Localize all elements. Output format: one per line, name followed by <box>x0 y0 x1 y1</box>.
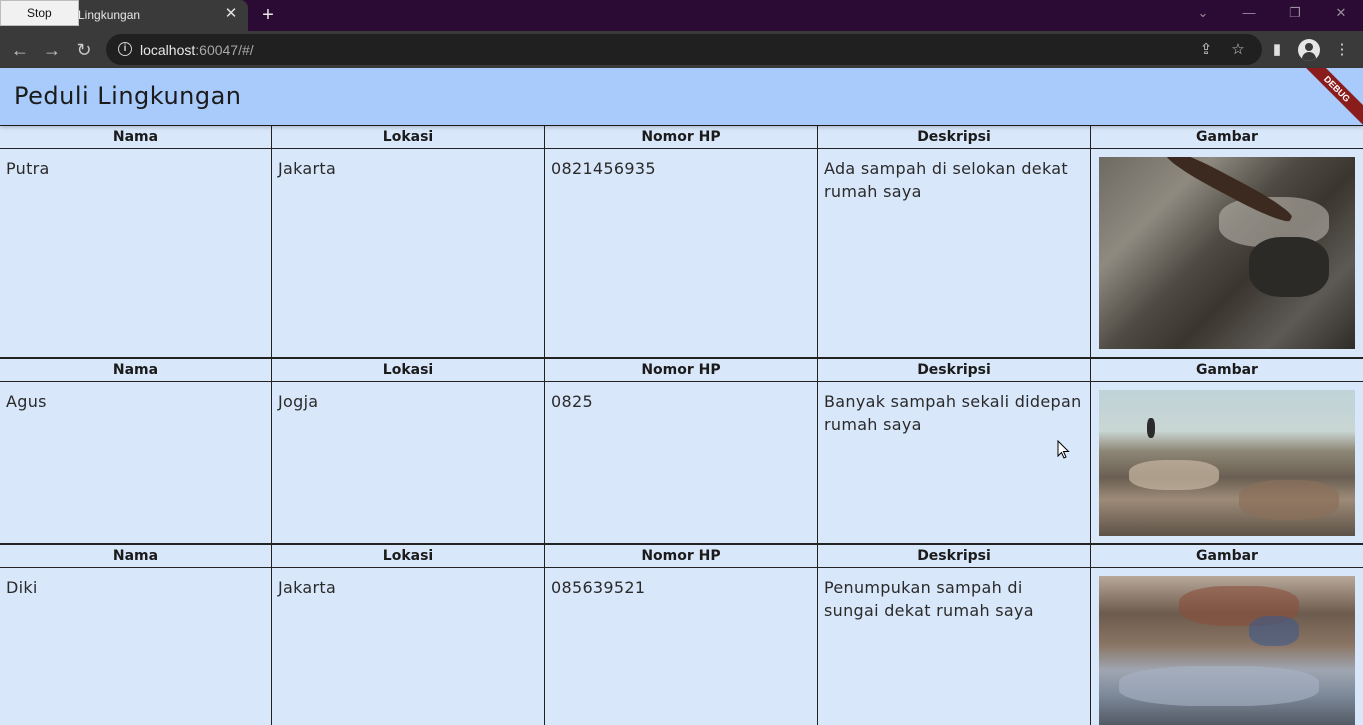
side-panel-icon[interactable]: ▮ <box>1266 39 1288 61</box>
share-icon[interactable]: ⇪ <box>1196 40 1216 60</box>
header-gambar: Gambar <box>1091 545 1363 568</box>
value-nama: Agus <box>6 392 47 411</box>
close-window-icon[interactable]: ✕ <box>1331 5 1351 21</box>
mouse-cursor-icon <box>1057 440 1070 459</box>
tab-title: Lingkungan <box>78 8 141 22</box>
report-image <box>1099 576 1355 725</box>
column-deskripsi: Deskripsi Banyak sampah sekali didepan r… <box>818 359 1091 545</box>
report-image <box>1099 157 1355 349</box>
url-path: :60047/#/ <box>195 42 254 58</box>
header-gambar: Gambar <box>1091 359 1363 382</box>
close-tab-icon[interactable]: ✕ <box>222 5 240 23</box>
header-gambar: Gambar <box>1091 126 1363 149</box>
bookmark-star-icon[interactable]: ☆ <box>1228 40 1248 60</box>
column-lokasi: Lokasi Jakarta <box>272 126 545 358</box>
app-bar: Peduli Lingkungan <box>0 68 1363 125</box>
header-nama: Nama <box>0 359 271 382</box>
header-nomor-hp: Nomor HP <box>545 126 817 149</box>
value-lokasi: Jakarta <box>278 578 337 597</box>
back-icon[interactable]: ← <box>9 39 31 61</box>
report-card: Nama Diki Lokasi Jakarta Nomor HP 085639… <box>0 543 1363 725</box>
report-list[interactable]: Nama Putra Lokasi Jakarta Nomor HP 08214… <box>0 125 1363 725</box>
value-nama: Diki <box>6 578 38 597</box>
value-deskripsi: Penumpukan sampah di sungai dekat rumah … <box>824 578 1034 620</box>
header-nama: Nama <box>0 545 271 568</box>
url-text[interactable]: localhost:60047/#/ <box>140 42 254 58</box>
header-nama: Nama <box>0 126 271 149</box>
column-lokasi: Lokasi Jogja <box>272 359 545 545</box>
header-deskripsi: Deskripsi <box>818 126 1090 149</box>
column-lokasi: Lokasi Jakarta <box>272 545 545 725</box>
header-nomor-hp: Nomor HP <box>545 359 817 382</box>
value-lokasi: Jakarta <box>278 159 337 178</box>
column-nomor-hp: Nomor HP 0825 <box>545 359 818 545</box>
value-nomor-hp: 085639521 <box>551 578 646 597</box>
profile-avatar-icon[interactable] <box>1298 39 1320 61</box>
debug-banner: DEBUG <box>1296 68 1363 125</box>
value-nomor-hp: 0825 <box>551 392 593 411</box>
forward-icon[interactable]: → <box>41 39 63 61</box>
header-deskripsi: Deskripsi <box>818 545 1090 568</box>
reload-icon[interactable]: ↻ <box>73 39 95 61</box>
column-gambar: Gambar <box>1091 126 1363 358</box>
new-tab-icon[interactable]: + <box>258 4 278 26</box>
header-deskripsi: Deskripsi <box>818 359 1090 382</box>
column-gambar: Gambar <box>1091 359 1363 545</box>
value-deskripsi: Ada sampah di selokan dekat rumah saya <box>824 159 1068 201</box>
debug-banner-container: DEBUG <box>1280 68 1363 125</box>
header-nomor-hp: Nomor HP <box>545 545 817 568</box>
report-card: Nama Putra Lokasi Jakarta Nomor HP 08214… <box>0 125 1363 358</box>
column-nama: Nama Putra <box>0 126 272 358</box>
site-info-icon[interactable]: i <box>118 42 132 56</box>
page-title: Peduli Lingkungan <box>14 82 242 110</box>
report-card: Nama Agus Lokasi Jogja Nomor HP 0825 Des… <box>0 357 1363 545</box>
minimize-icon[interactable]: — <box>1239 5 1259 21</box>
value-nomor-hp: 0821456935 <box>551 159 656 178</box>
value-nama: Putra <box>6 159 50 178</box>
tab-search-icon[interactable]: ⌄ <box>1193 5 1213 21</box>
value-lokasi: Jogja <box>278 392 319 411</box>
column-nama: Nama Diki <box>0 545 272 725</box>
url-host: localhost <box>140 42 196 58</box>
header-lokasi: Lokasi <box>272 359 544 382</box>
restore-icon[interactable]: ❐ <box>1285 5 1305 21</box>
column-deskripsi: Deskripsi Ada sampah di selokan dekat ru… <box>818 126 1091 358</box>
report-image <box>1099 390 1355 536</box>
menu-kebab-icon[interactable]: ⋮ <box>1331 39 1353 61</box>
header-lokasi: Lokasi <box>272 126 544 149</box>
column-nomor-hp: Nomor HP 0821456935 <box>545 126 818 358</box>
browser-toolbar: ← → ↻ i localhost:60047/#/ ⇪ ☆ ▮ ⋮ <box>0 31 1363 68</box>
column-nomor-hp: Nomor HP 085639521 <box>545 545 818 725</box>
browser-titlebar: Lingkungan ✕ Stop + ⌄ — ❐ ✕ <box>0 0 1363 31</box>
stop-tooltip: Stop <box>0 0 79 26</box>
header-lokasi: Lokasi <box>272 545 544 568</box>
column-nama: Nama Agus <box>0 359 272 545</box>
column-deskripsi: Deskripsi Penumpukan sampah di sungai de… <box>818 545 1091 725</box>
address-bar[interactable]: i localhost:60047/#/ ⇪ ☆ <box>106 34 1262 65</box>
value-deskripsi: Banyak sampah sekali didepan rumah saya <box>824 392 1082 434</box>
column-gambar: Gambar <box>1091 545 1363 725</box>
